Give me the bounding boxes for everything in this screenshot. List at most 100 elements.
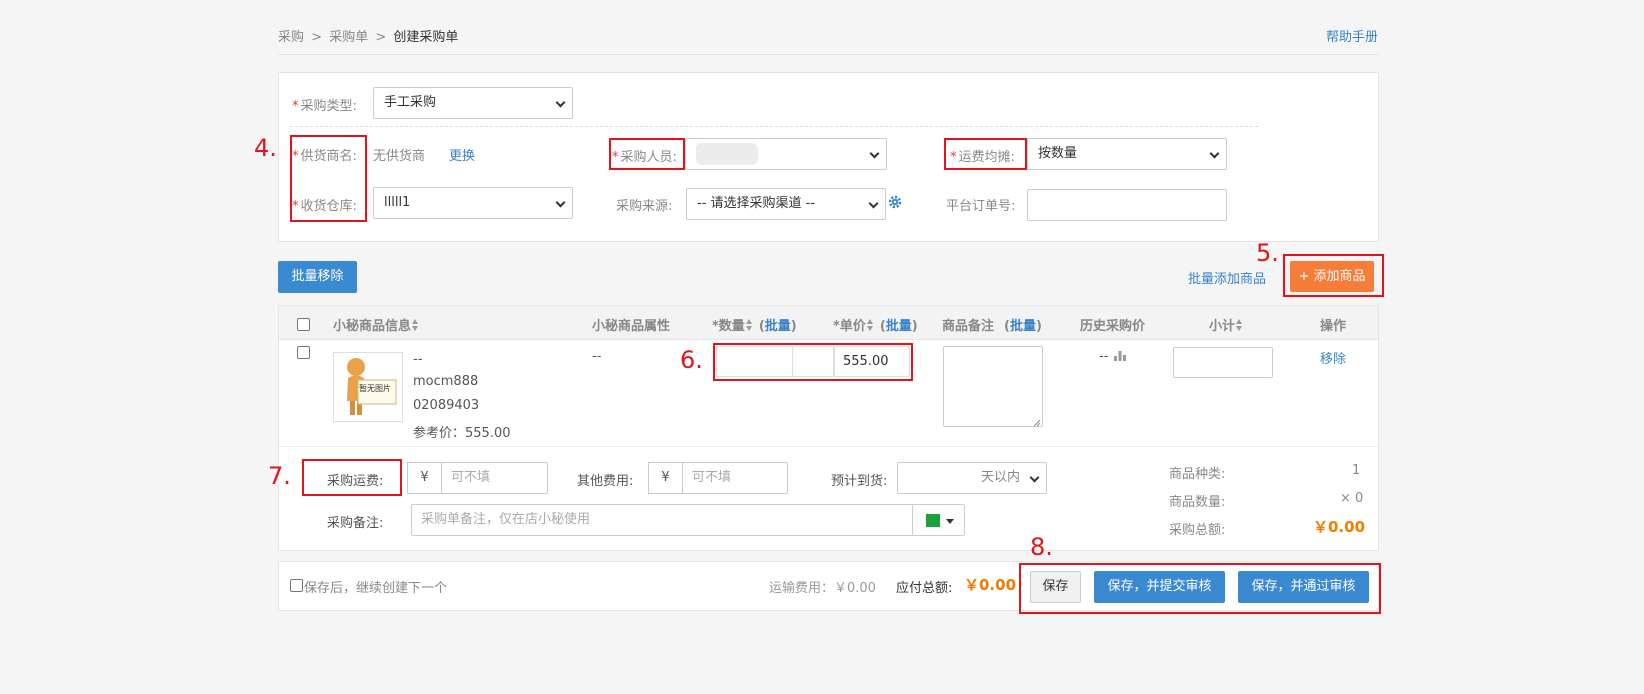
chevron-down-icon [868,198,879,209]
breadcrumb-separator: > [311,30,323,45]
purchase-remark-label: 采购备注: [327,516,384,531]
header-quantity: *数量 (批量) [712,319,797,334]
eta-label: 预计到货: [831,474,888,489]
gear-icon[interactable] [888,195,902,209]
quantity-input[interactable] [716,346,794,377]
purchase-freight-label: 采购运费: [327,474,384,489]
header-note: 商品备注 (批量) [942,319,1042,334]
breadcrumb-separator: > [375,30,387,45]
row-divider [279,446,1378,447]
select-all-checkbox[interactable] [297,318,310,331]
buyer-label: * 采购人员: [612,150,677,165]
save-button[interactable]: 保存 [1030,571,1081,603]
batch-price-link[interactable]: 批量 [886,319,912,334]
purchase-type-label: * 采购类型: [292,99,357,114]
add-product-button[interactable]: + 添加商品 [1290,261,1374,292]
product-name: -- [413,352,423,367]
supplier-label: * 供货商名: [292,149,357,164]
save-submit-button[interactable]: 保存，并提交审核 [1094,571,1225,603]
product-image: 暂无图片 [333,352,403,422]
freight-currency: ¥ [407,462,442,494]
save-approve-button[interactable]: 保存，并通过审核 [1238,571,1369,603]
breadcrumb-item-purchase[interactable]: 采购 [278,30,304,45]
warehouse-select[interactable]: lllll1 [373,187,573,219]
header-divider [278,54,1379,55]
chevron-down-icon [1209,148,1220,159]
chevron-down-icon [869,148,880,159]
freight-split-select[interactable]: 按数量 [1027,138,1227,170]
annotation-number-7: 7. [268,462,291,490]
header-action: 操作 [1320,319,1347,334]
product-attrs: -- [592,349,602,364]
help-manual-link[interactable]: 帮助手册 [1326,26,1378,45]
source-select[interactable]: -- 请选择采购渠道 -- [686,188,886,220]
other-fees-input[interactable]: 可不填 [682,462,788,494]
subtotal-input[interactable] [1173,347,1273,378]
annotation-number-8: 8. [1030,533,1053,561]
annotation-number-5: 5. [1256,239,1279,267]
buyer-select[interactable] [685,138,887,170]
row-checkbox[interactable] [297,346,310,359]
green-flag-icon [926,514,940,527]
platform-order-label: 平台订单号: [946,199,1016,214]
continue-checkbox[interactable] [290,579,303,592]
chevron-down-icon [555,197,566,208]
shipping-fee-text: 运输费用：￥0.00 [769,581,876,596]
platform-order-input[interactable] [1027,189,1227,221]
chevron-down-icon [555,97,566,108]
warehouse-label: * 收货仓库: [292,199,357,214]
purchase-total-label: 采购总额: [1169,523,1226,538]
freight-split-label: * 运费均摊: [950,150,1015,165]
continue-label[interactable]: 保存后，继续创建下一个 [304,577,447,596]
unit-price-input[interactable]: 555.00 [834,346,910,377]
purchase-remark-input[interactable]: 采购单备注，仅在店小秘使用 [411,504,913,536]
freight-input[interactable]: 可不填 [441,462,548,494]
buyer-name-blurred [696,143,758,165]
batch-quantity-link[interactable]: 批量 [765,319,791,334]
chevron-down-icon [1029,472,1040,483]
no-image-text: 暂无图片 [359,384,391,393]
form-divider [290,126,1258,127]
caret-down-icon [946,519,954,524]
product-count-label: 商品数量: [1169,495,1226,510]
header-product-info[interactable]: 小秘商品信息 [333,315,419,334]
header-product-attrs: 小秘商品属性 [592,319,671,334]
unit-price-stub[interactable] [792,346,834,377]
sort-icon[interactable] [745,319,753,331]
purchase-type-select[interactable]: 手工采购 [373,87,573,119]
color-flag-picker[interactable] [912,504,965,536]
purchase-total-value: ￥0.00 [1313,518,1366,536]
product-code: 02089403 [413,398,480,413]
batch-add-products-link[interactable]: 批量添加商品 [1188,268,1266,287]
other-fees-label: 其他费用: [577,474,634,489]
batch-remove-button[interactable]: 批量移除 [278,261,357,293]
header-history-price: 历史采购价 [1080,319,1146,334]
product-note-textarea[interactable] [943,346,1043,427]
annotation-number-4: 4. [254,134,277,162]
payable-total-value: ￥0.00 [964,576,1017,594]
change-supplier-link[interactable]: 更换 [449,145,475,164]
reference-price: 参考价：555.00 [413,426,511,441]
annotation-number-6: 6. [680,346,703,374]
other-fees-currency: ¥ [648,462,683,494]
supplier-value: 无供货商 [373,149,426,164]
eta-select[interactable]: 天以内 [897,462,1047,494]
source-label: 采购来源: [616,199,673,214]
header-subtotal[interactable]: 小计 [1209,315,1243,334]
breadcrumb-current: 创建采购单 [393,30,459,45]
payable-total-label: 应付总额: [896,581,953,596]
resize-handle-icon[interactable] [1033,416,1041,427]
sort-icon[interactable] [866,319,874,331]
breadcrumb-item-orders[interactable]: 采购单 [329,30,368,45]
header-unit-price: *单价 (批量) [833,319,918,334]
product-count-value: × 0 [1340,491,1364,506]
sort-icon [1236,319,1243,331]
history-price-value: -- [1099,349,1109,364]
product-sku: mocm888 [413,374,479,389]
product-kinds-value: 1 [1352,463,1361,478]
remove-row-link[interactable]: 移除 [1320,348,1346,367]
breadcrumb: 采购 > 采购单 > 创建采购单 [278,26,458,45]
batch-note-link[interactable]: 批量 [1010,319,1036,334]
bar-chart-icon[interactable] [1113,348,1127,362]
sort-icon [412,319,419,331]
